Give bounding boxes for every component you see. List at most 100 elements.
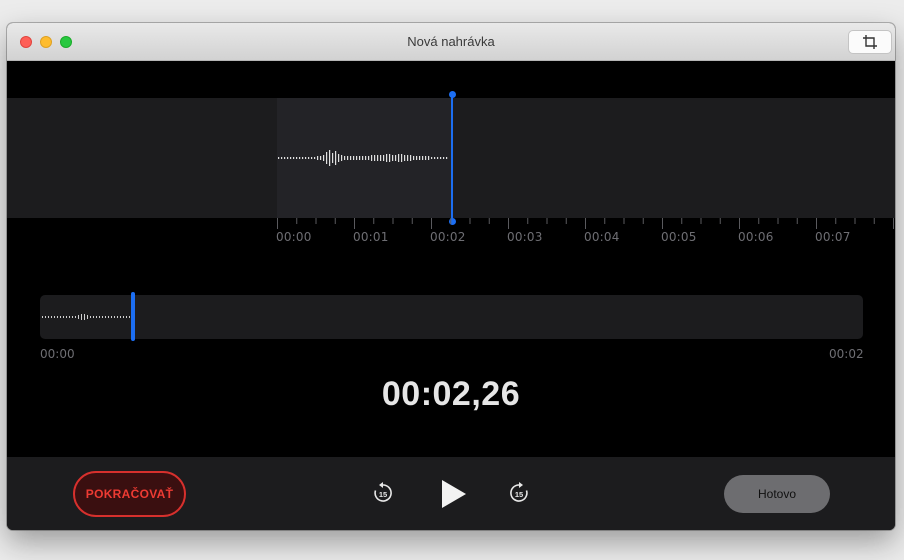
- overview-waveform-bar: [78, 315, 79, 319]
- scrubber-end-label: 00:02: [829, 347, 864, 361]
- overview-waveform-bar: [117, 316, 118, 318]
- overview-waveform-bar: [75, 316, 76, 318]
- waveform-bar: [380, 155, 382, 161]
- overview-waveform-bar: [51, 316, 52, 318]
- waveform-bar: [338, 154, 340, 162]
- waveform-bar: [344, 156, 346, 160]
- done-button[interactable]: Hotovo: [724, 475, 830, 513]
- waveform-bar: [326, 152, 328, 164]
- elapsed-time: 00:02,26: [381, 375, 521, 413]
- tick-label: 00:07: [815, 230, 851, 244]
- waveform-bar: [392, 155, 394, 161]
- overview-waveform: [42, 314, 130, 320]
- voice-memo-window: Nová nahrávka 00:00 00:01 00:02 00:03 00…: [7, 23, 895, 530]
- overview-waveform-bar: [87, 315, 88, 319]
- overview-waveform-bar: [123, 316, 124, 318]
- overview-waveform-bar: [114, 316, 115, 318]
- waveform-bar: [296, 157, 298, 159]
- scrubber-handle[interactable]: [131, 292, 135, 341]
- waveform-bar: [362, 156, 364, 160]
- waveform-bar: [410, 155, 412, 161]
- waveform-bar: [434, 157, 436, 159]
- waveform-bar: [389, 154, 391, 162]
- waveform-bar: [356, 156, 358, 160]
- scrubber-start-label: 00:00: [40, 347, 75, 361]
- waveform-bar: [302, 157, 304, 159]
- overview-waveform-bar: [102, 316, 103, 318]
- trim-button[interactable]: [848, 30, 892, 54]
- overview-waveform-bar: [90, 316, 91, 318]
- skip-forward-15-icon: 15: [510, 482, 528, 502]
- waveform-bar: [350, 156, 352, 160]
- waveform-bar: [287, 157, 289, 159]
- waveform-bar: [398, 154, 400, 162]
- waveform-bar: [446, 157, 448, 159]
- waveform-bar: [353, 156, 355, 160]
- waveform-bar: [428, 156, 430, 160]
- tick-label: 00:02: [430, 230, 466, 244]
- waveform-bar: [401, 154, 403, 162]
- tick-label: 00:03: [507, 230, 543, 244]
- waveform-bar: [386, 154, 388, 162]
- resume-button[interactable]: POKRAČOVAŤ: [73, 471, 186, 517]
- overview-waveform-bar: [66, 316, 67, 318]
- waveform-bar: [332, 153, 334, 163]
- waveform-bar: [443, 157, 445, 159]
- play-button[interactable]: [439, 478, 469, 510]
- waveform-bar: [371, 155, 373, 161]
- overview-waveform-bar: [108, 316, 109, 318]
- waveform-bar: [299, 157, 301, 159]
- waveform-bar: [407, 155, 409, 161]
- waveform-bar: [311, 157, 313, 159]
- waveform-bar: [335, 151, 337, 165]
- overview-waveform-bar: [72, 316, 73, 318]
- skip-forward-label: 15: [515, 490, 523, 499]
- skip-forward-button[interactable]: 15: [508, 481, 530, 505]
- overview-waveform-bar: [54, 316, 55, 318]
- waveform-bar: [305, 157, 307, 159]
- waveform-bar: [416, 156, 418, 160]
- tick-label: 00:06: [738, 230, 774, 244]
- overview-scrubber[interactable]: [40, 295, 863, 339]
- overview-waveform-bar: [111, 316, 112, 318]
- tick-label: 00:01: [353, 230, 389, 244]
- waveform-bar: [377, 155, 379, 161]
- waveform-bar: [437, 157, 439, 159]
- overview-waveform-bar: [126, 316, 127, 318]
- overview-waveform-bar: [48, 316, 49, 318]
- waveform-bar: [293, 157, 295, 159]
- overview-waveform-bar: [120, 316, 121, 318]
- overview-waveform-bar: [57, 316, 58, 318]
- overview-waveform-bar: [60, 316, 61, 318]
- waveform-bar: [404, 155, 406, 161]
- overview-waveform-bar: [96, 316, 97, 318]
- overview-waveform-bar: [99, 316, 100, 318]
- skip-back-15-icon: 15: [374, 482, 392, 502]
- overview-waveform-bar: [63, 316, 64, 318]
- waveform-bar: [413, 156, 415, 160]
- waveform-bar: [365, 156, 367, 160]
- waveform-bar: [284, 157, 286, 159]
- waveform-bar: [431, 157, 433, 159]
- waveform-bar: [323, 155, 325, 161]
- waveform-bar: [317, 156, 319, 160]
- playhead-top-handle[interactable]: [448, 91, 456, 98]
- window-title: Nová nahrávka: [407, 34, 495, 49]
- waveform-bar: [359, 156, 361, 160]
- waveform-bar: [425, 156, 427, 160]
- skip-back-button[interactable]: 15: [372, 481, 394, 505]
- waveform-bar: [281, 157, 283, 159]
- overview-waveform-bar: [69, 316, 70, 318]
- playhead[interactable]: [451, 95, 453, 222]
- crop-icon: [863, 35, 877, 49]
- time-ruler: [277, 218, 894, 229]
- overview-waveform-bar: [93, 316, 94, 318]
- tick-label: 00:05: [661, 230, 697, 244]
- waveform-bar: [308, 157, 310, 159]
- play-icon: [442, 480, 466, 508]
- overview-waveform-bar: [81, 314, 82, 320]
- waveform-bar: [314, 157, 316, 159]
- waveform-bar: [440, 157, 442, 159]
- waveform-bar: [419, 156, 421, 160]
- overview-waveform-bar: [42, 316, 43, 318]
